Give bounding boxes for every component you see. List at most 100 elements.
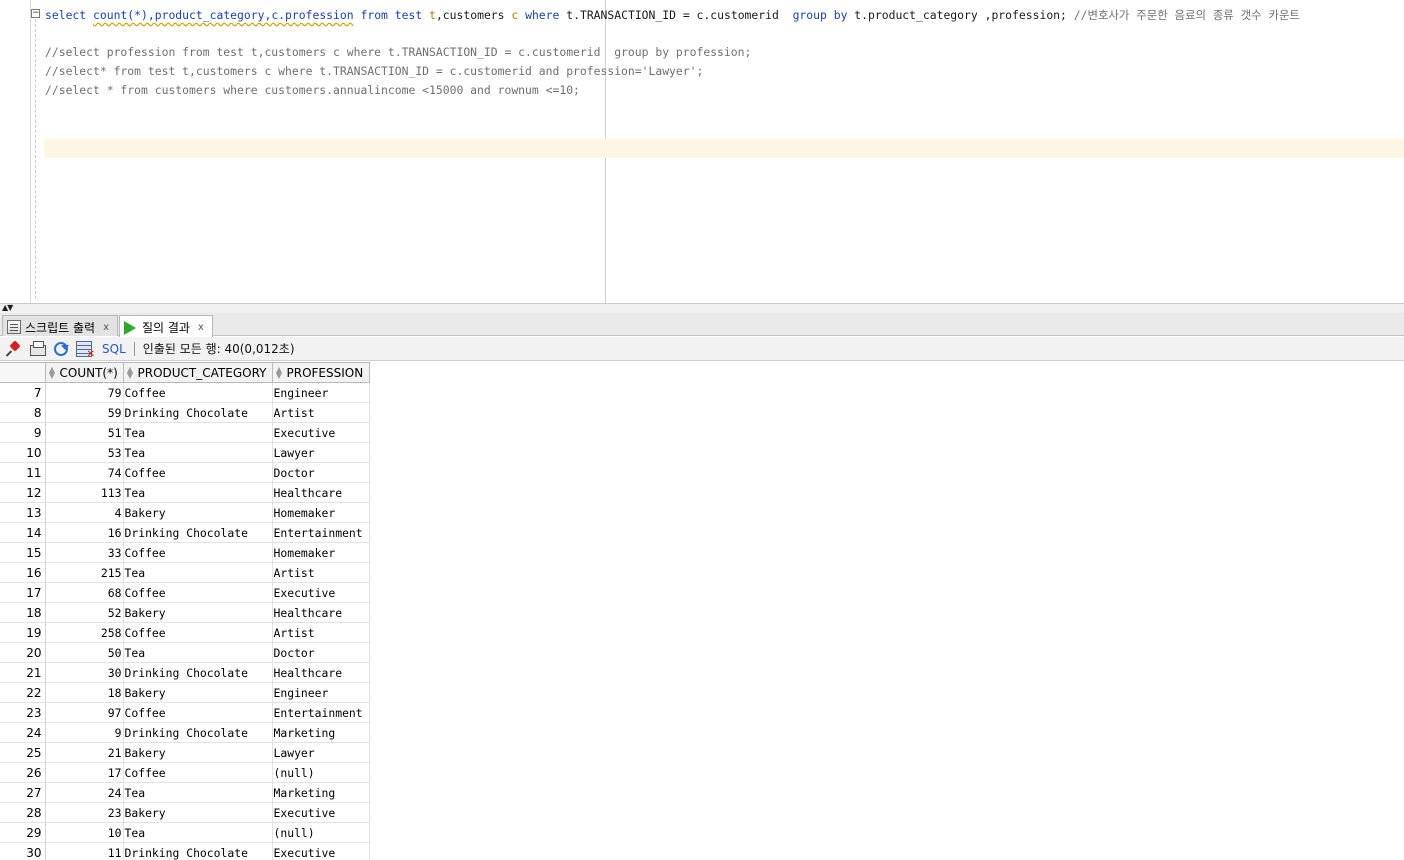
code-line-2[interactable]: //select profession from test t,customer… — [45, 45, 751, 59]
table-row[interactable]: 25 21 Bakery Lawyer — [0, 742, 370, 763]
sort-icon[interactable]: ▲ ▼ — [48, 366, 57, 380]
cell-product-category[interactable]: Bakery — [123, 502, 273, 523]
cell-count[interactable]: 258 — [45, 622, 124, 643]
cell-profession[interactable]: Artist — [272, 622, 370, 643]
row-number[interactable]: 16 — [0, 562, 46, 583]
cell-product-category[interactable]: Tea — [123, 822, 273, 843]
cell-product-category[interactable]: Drinking Chocolate — [123, 402, 273, 423]
row-number[interactable]: 25 — [0, 742, 46, 763]
table-row[interactable]: 22 18 Bakery Engineer — [0, 682, 370, 703]
result-grid[interactable]: ▲ ▼ COUNT(*) ▲ ▼ PRODUCT_CATEGORY ▲ ▼ PROFESSI… — [0, 362, 1404, 860]
sort-icon[interactable]: ▲ ▼ — [126, 366, 135, 380]
splitter-arrows-icon[interactable]: ▲▼ — [2, 304, 13, 312]
table-row[interactable]: 21 30 Drinking Chocolate Healthcare — [0, 662, 370, 683]
code-line-4[interactable]: //select * from customers where customer… — [45, 83, 580, 97]
cell-product-category[interactable]: Tea — [123, 442, 273, 463]
cell-count[interactable]: 33 — [45, 542, 124, 563]
cell-count[interactable]: 16 — [45, 522, 124, 543]
cell-count[interactable]: 68 — [45, 582, 124, 603]
sort-icon[interactable]: ▲ ▼ — [275, 366, 284, 380]
cell-product-category[interactable]: Coffee — [123, 702, 273, 723]
cell-count[interactable]: 30 — [45, 662, 124, 683]
cell-product-category[interactable]: Drinking Chocolate — [123, 842, 273, 860]
cell-product-category[interactable]: Bakery — [123, 602, 273, 623]
cell-profession[interactable]: Marketing — [272, 722, 370, 743]
cell-count[interactable]: 21 — [45, 742, 124, 763]
cell-profession[interactable]: Healthcare — [272, 602, 370, 623]
clear-grid-icon[interactable] — [76, 340, 95, 360]
cell-product-category[interactable]: Bakery — [123, 742, 273, 763]
table-row[interactable]: 20 50 Tea Doctor — [0, 642, 370, 663]
cell-profession[interactable]: Doctor — [272, 462, 370, 483]
cell-profession[interactable]: Executive — [272, 582, 370, 603]
cell-profession[interactable]: Executive — [272, 802, 370, 823]
cell-profession[interactable]: Healthcare — [272, 482, 370, 503]
table-row[interactable]: 27 24 Tea Marketing — [0, 782, 370, 803]
cell-count[interactable]: 74 — [45, 462, 124, 483]
table-row[interactable]: 18 52 Bakery Healthcare — [0, 602, 370, 623]
cell-profession[interactable]: Executive — [272, 422, 370, 443]
row-number[interactable]: 19 — [0, 622, 46, 643]
cell-count[interactable]: 9 — [45, 722, 124, 743]
cell-product-category[interactable]: Drinking Chocolate — [123, 662, 273, 683]
cell-product-category[interactable]: Tea — [123, 642, 273, 663]
pin-icon[interactable] — [6, 341, 22, 357]
row-number[interactable]: 9 — [0, 422, 46, 443]
row-number[interactable]: 22 — [0, 682, 46, 703]
pane-splitter[interactable]: ▲▼ — [0, 304, 1404, 313]
column-header-count[interactable]: ▲ ▼ COUNT(*) — [44, 362, 124, 383]
tab-query-result[interactable]: 질의 결과 x — [119, 315, 213, 337]
row-number[interactable]: 27 — [0, 782, 46, 803]
cell-count[interactable]: 17 — [45, 762, 124, 783]
row-number[interactable]: 17 — [0, 582, 46, 603]
row-number[interactable]: 10 — [0, 442, 46, 463]
cell-count[interactable]: 215 — [45, 562, 124, 583]
sql-button[interactable]: SQL — [102, 342, 126, 356]
row-number[interactable]: 28 — [0, 802, 46, 823]
row-number[interactable]: 30 — [0, 842, 46, 860]
table-row[interactable]: 12 113 Tea Healthcare — [0, 482, 370, 503]
column-header-product-category[interactable]: ▲ ▼ PRODUCT_CATEGORY — [122, 362, 273, 383]
cell-count[interactable]: 53 — [45, 442, 124, 463]
cell-profession[interactable]: Entertainment — [272, 702, 370, 723]
cell-count[interactable]: 51 — [45, 422, 124, 443]
table-row[interactable]: 11 74 Coffee Doctor — [0, 462, 370, 483]
close-icon[interactable]: x — [103, 322, 109, 333]
cell-profession[interactable]: Executive — [272, 842, 370, 860]
cell-profession[interactable]: Homemaker — [272, 502, 370, 523]
row-number[interactable]: 18 — [0, 602, 46, 623]
cell-product-category[interactable]: Drinking Chocolate — [123, 522, 273, 543]
cell-product-category[interactable]: Coffee — [123, 542, 273, 563]
cell-count[interactable]: 113 — [45, 482, 124, 503]
table-row[interactable]: 24 9 Drinking Chocolate Marketing — [0, 722, 370, 743]
cell-product-category[interactable]: Coffee — [123, 622, 273, 643]
cell-profession[interactable]: Engineer — [272, 382, 370, 403]
cell-product-category[interactable]: Coffee — [123, 582, 273, 603]
cell-product-category[interactable]: Tea — [123, 482, 273, 503]
code-line-3[interactable]: //select* from test t,customers c where … — [45, 64, 703, 78]
cell-profession[interactable]: (null) — [272, 762, 370, 783]
table-row[interactable]: 7 79 Coffee Engineer — [0, 382, 370, 403]
cell-count[interactable]: 24 — [45, 782, 124, 803]
row-number[interactable]: 13 — [0, 502, 46, 523]
cell-product-category[interactable]: Tea — [123, 562, 273, 583]
column-header-profession[interactable]: ▲ ▼ PROFESSION — [271, 362, 370, 383]
fold-toggle-icon[interactable]: − — [31, 9, 40, 18]
cell-count[interactable]: 59 — [45, 402, 124, 423]
row-number[interactable]: 29 — [0, 822, 46, 843]
table-row[interactable]: 28 23 Bakery Executive — [0, 802, 370, 823]
cell-count[interactable]: 97 — [45, 702, 124, 723]
table-row[interactable]: 19 258 Coffee Artist — [0, 622, 370, 643]
table-row[interactable]: 16 215 Tea Artist — [0, 562, 370, 583]
row-number[interactable]: 24 — [0, 722, 46, 743]
table-row[interactable]: 26 17 Coffee (null) — [0, 762, 370, 783]
table-row[interactable]: 10 53 Tea Lawyer — [0, 442, 370, 463]
row-number[interactable]: 26 — [0, 762, 46, 783]
cell-product-category[interactable]: Tea — [123, 422, 273, 443]
cell-count[interactable]: 23 — [45, 802, 124, 823]
cell-product-category[interactable]: Coffee — [123, 462, 273, 483]
cell-product-category[interactable]: Coffee — [123, 762, 273, 783]
cell-profession[interactable]: Homemaker — [272, 542, 370, 563]
cell-profession[interactable]: Engineer — [272, 682, 370, 703]
table-row[interactable]: 30 11 Drinking Chocolate Executive — [0, 842, 370, 860]
